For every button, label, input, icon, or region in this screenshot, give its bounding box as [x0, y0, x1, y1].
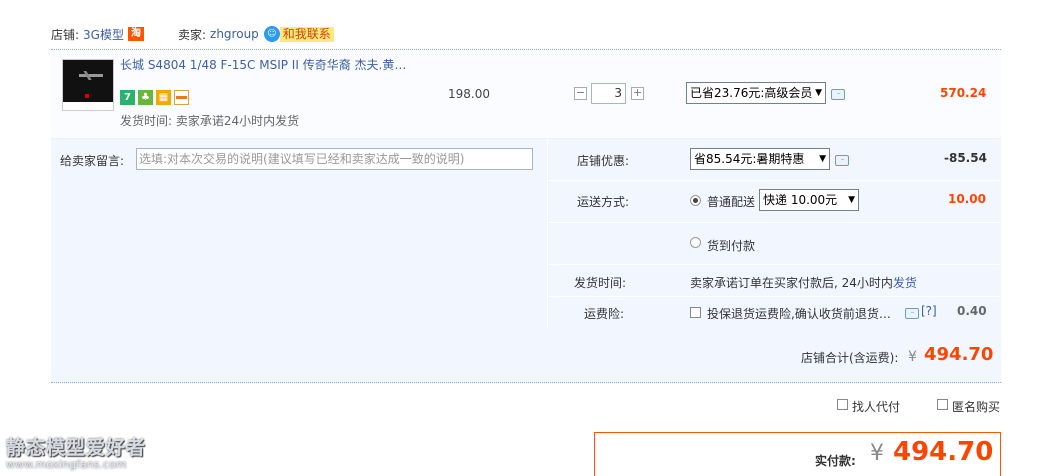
- chevron-down-icon: ▼: [846, 190, 855, 210]
- chevron-down-icon: ▼: [813, 83, 822, 103]
- shipping-method-value: 快递 10.00元: [763, 193, 838, 207]
- card-icon[interactable]: [174, 90, 189, 105]
- comment-icon[interactable]: ···: [831, 89, 845, 100]
- seven-day-return-icon[interactable]: 7: [120, 90, 135, 105]
- quantity-decrease-button[interactable]: −: [574, 87, 587, 100]
- grid-icon[interactable]: ▦: [156, 90, 171, 105]
- shop-name-link[interactable]: 3G模型: [83, 26, 124, 43]
- divider: [548, 222, 1001, 223]
- delivery-time-link[interactable]: 发货: [893, 276, 917, 290]
- watermark-title: 静态模型爱好者: [6, 437, 147, 459]
- insurance-checkbox[interactable]: [690, 307, 701, 318]
- cash-on-delivery-label: 货到付款: [707, 239, 756, 253]
- divider: [548, 180, 1001, 181]
- final-payment-label: 实付款:: [815, 454, 856, 468]
- taobao-badge-icon: 淘: [127, 27, 144, 41]
- shipping-normal-label: 普通配送: [707, 195, 756, 209]
- insurance-help-link[interactable]: [?]: [921, 304, 937, 318]
- comment-icon[interactable]: ···: [905, 308, 919, 319]
- proxy-pay-label: 找人代付: [852, 400, 901, 414]
- shop-header: 店铺: 3G模型 淘 卖家: zhgroup ☺ 和我联系: [51, 25, 334, 43]
- shop-discount-value: 省85.54元:暑期特惠: [694, 152, 805, 166]
- cash-on-delivery-radio[interactable]: [690, 237, 701, 248]
- delivery-time-text: 卖家承诺订单在买家付款后, 24小时内发货: [690, 274, 917, 291]
- item-discount-select[interactable]: 已省23.76元:高级会员 ▼: [686, 82, 826, 104]
- product-thumbnail[interactable]: [62, 59, 114, 111]
- insurance-amount: 0.40: [957, 304, 987, 318]
- watermark-url: www.moxingfans.com: [6, 458, 127, 471]
- anonymous-purchase-label: 匿名购买: [952, 400, 1001, 414]
- insurance-label: 运费险:: [584, 307, 625, 321]
- product-title-link[interactable]: 长城 S4804 1/48 F-15C MSIP II 传奇华裔 杰夫.黄…: [120, 56, 410, 73]
- unit-price: 198.00: [448, 87, 490, 101]
- shipping-amount: 10.00: [948, 192, 986, 206]
- item-discount-value: 已省23.76元:高级会员: [690, 86, 813, 100]
- item-total: 570.24: [940, 86, 987, 100]
- shipping-normal-radio[interactable]: [690, 195, 701, 206]
- shipping-label: 运送方式:: [577, 195, 630, 209]
- comment-icon[interactable]: ···: [835, 155, 849, 166]
- shop-discount-amount: -85.54: [944, 151, 987, 165]
- delivery-time-value: 卖家承诺订单在买家付款后, 24小时内: [690, 276, 893, 290]
- insurance-text: 投保退货运费险,确认收货前退货…: [707, 307, 891, 321]
- quantity-increase-button[interactable]: +: [631, 87, 644, 100]
- wangwang-chat-icon[interactable]: ☺: [263, 26, 280, 42]
- divider: [548, 264, 1001, 265]
- shop-label: 店铺:: [51, 27, 80, 42]
- delivery-time-label: 发货时间:: [574, 276, 627, 290]
- currency-symbol: ¥: [908, 349, 917, 365]
- quantity-input[interactable]: 3: [591, 83, 626, 104]
- message-label: 给卖家留言:: [60, 154, 125, 168]
- contact-seller-button[interactable]: 和我联系: [279, 26, 334, 42]
- shop-discount-select[interactable]: 省85.54元:暑期特惠 ▼: [690, 148, 830, 170]
- message-to-seller-input[interactable]: 选填:对本次交易的说明(建议填写已经和卖家达成一致的说明): [136, 148, 533, 170]
- divider: [548, 296, 1001, 297]
- chevron-down-icon: ▼: [817, 149, 826, 169]
- shop-total-label: 店铺合计(含运费):: [801, 351, 899, 365]
- seller-label: 卖家:: [177, 27, 207, 42]
- seller-name-link[interactable]: zhgroup: [210, 27, 259, 41]
- shop-total-value: 494.70: [924, 344, 994, 365]
- shipping-method-select[interactable]: 快递 10.00元 ▼: [759, 189, 859, 211]
- shop-discount-label: 店铺优惠:: [577, 154, 630, 168]
- currency-symbol: ¥: [870, 441, 884, 466]
- anonymous-purchase-checkbox[interactable]: [937, 399, 948, 410]
- service-icons: 7 ♣ ▦: [120, 90, 189, 105]
- proxy-pay-checkbox[interactable]: [837, 399, 848, 410]
- seed-icon[interactable]: ♣: [138, 90, 153, 105]
- ship-time-text: 发货时间: 卖家承诺24小时内发货: [120, 114, 300, 128]
- final-payment-amount: 494.70: [893, 437, 994, 467]
